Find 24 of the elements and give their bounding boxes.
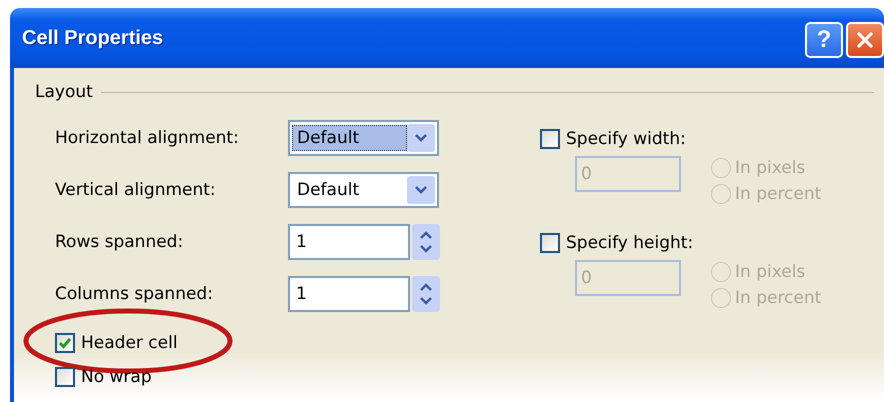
group-title: Layout (35, 82, 93, 102)
spinner-arrows-icon[interactable] (412, 224, 440, 260)
checkbox-label: No wrap (81, 367, 152, 387)
number-field[interactable]: 1 (288, 276, 410, 312)
field-label: Horizontal alignment: (55, 128, 240, 148)
spinner-arrows-icon[interactable] (412, 276, 440, 312)
number-field[interactable]: 1 (288, 224, 410, 260)
checkbox[interactable] (55, 333, 75, 353)
field-label: Columns spanned: (55, 284, 214, 304)
window-title: Cell Properties (22, 26, 164, 50)
checkbox-label: Specify width: (566, 129, 686, 149)
checkbox-label: Specify height: (566, 233, 694, 253)
field-label: Rows spanned: (55, 232, 184, 252)
checkbox-label: Header cell (81, 333, 178, 353)
close-button[interactable] (846, 22, 884, 58)
radio-label: In pixels (735, 158, 806, 178)
radio-label: In percent (735, 288, 822, 308)
checkbox[interactable] (55, 367, 75, 387)
dropdown[interactable]: Default (288, 120, 439, 156)
check-icon (57, 335, 73, 351)
dropdown[interactable]: Default (288, 172, 439, 208)
radio-label: In percent (735, 184, 822, 204)
radio-label: In pixels (735, 262, 806, 282)
field-label: Vertical alignment: (55, 180, 217, 200)
